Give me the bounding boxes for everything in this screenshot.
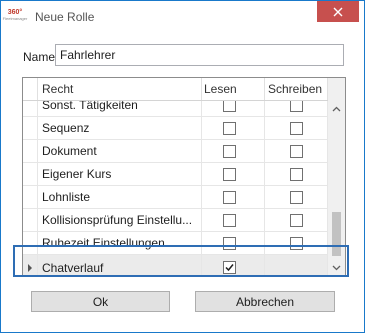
grid-body: Sonst. Tätigkeiten Sequenz Dokument Eige…	[23, 101, 328, 276]
lesen-checkbox[interactable]	[223, 237, 236, 250]
recht-cell: Sonst. Tätigkeiten	[38, 101, 202, 116]
ok-button[interactable]: Ok	[31, 291, 170, 312]
row-header[interactable]	[23, 209, 38, 231]
recht-cell: Dokument	[38, 140, 202, 162]
chevron-down-icon	[332, 265, 341, 270]
recht-cell: Ruhezeit Einstellungen	[38, 232, 202, 254]
lesen-checkbox[interactable]	[223, 214, 236, 227]
cancel-button[interactable]: Abbrechen	[195, 291, 335, 312]
recht-cell: Lohnliste	[38, 186, 202, 208]
name-label: Name	[23, 50, 56, 64]
schreiben-checkbox[interactable]	[290, 237, 303, 250]
row-header[interactable]	[23, 140, 38, 162]
schreiben-checkbox[interactable]	[290, 214, 303, 227]
schreiben-checkbox[interactable]	[290, 122, 303, 135]
table-row[interactable]: Sequenz	[23, 117, 328, 140]
app-logo-icon: 360° Fleetmanager	[3, 7, 28, 23]
schreiben-cell-empty	[265, 255, 328, 276]
row-header[interactable]	[23, 163, 38, 185]
table-row[interactable]: Ruhezeit Einstellungen	[23, 232, 328, 255]
lesen-checkbox[interactable]	[223, 168, 236, 181]
app-logo-text: 360°	[7, 9, 23, 16]
row-header-corner	[23, 78, 38, 100]
close-icon	[333, 7, 343, 16]
schreiben-checkbox[interactable]	[290, 145, 303, 158]
permissions-grid: Recht Lesen Schreiben Sonst. Tätigkeiten…	[22, 77, 346, 277]
table-row[interactable]: Kollisionsprüfung Einstellu...	[23, 209, 328, 232]
column-header-schreiben[interactable]: Schreiben	[265, 78, 328, 100]
scroll-down-button[interactable]	[328, 259, 345, 276]
recht-cell: Eigener Kurs	[38, 163, 202, 185]
schreiben-checkbox[interactable]	[290, 101, 303, 112]
scrollbar-thumb[interactable]	[332, 212, 341, 256]
lesen-checkbox[interactable]	[223, 122, 236, 135]
column-header-recht[interactable]: Recht	[38, 78, 202, 100]
row-header[interactable]	[23, 101, 38, 116]
row-header[interactable]	[23, 232, 38, 254]
table-row[interactable]: Sonst. Tätigkeiten	[23, 101, 328, 117]
app-logo-subtext: Fleetmanager	[2, 16, 28, 21]
chevron-up-icon	[332, 106, 341, 111]
table-row-selected[interactable]: Chatverlauf	[23, 255, 328, 276]
schreiben-checkbox[interactable]	[290, 191, 303, 204]
scroll-up-button[interactable]	[328, 100, 345, 117]
recht-cell: Sequenz	[38, 117, 202, 139]
title-bar: 360° Fleetmanager Neue Rolle	[1, 1, 364, 31]
name-input[interactable]	[55, 44, 344, 66]
lesen-checkbox[interactable]	[223, 101, 236, 112]
window-title: Neue Rolle	[35, 10, 95, 24]
current-row-arrow-icon	[28, 264, 32, 272]
close-button[interactable]	[317, 1, 359, 22]
lesen-checkbox[interactable]	[223, 261, 236, 274]
row-header[interactable]	[23, 255, 38, 276]
table-row[interactable]: Lohnliste	[23, 186, 328, 209]
table-row[interactable]: Dokument	[23, 140, 328, 163]
vertical-scrollbar[interactable]	[328, 78, 345, 276]
schreiben-checkbox[interactable]	[290, 168, 303, 181]
recht-cell: Kollisionsprüfung Einstellu...	[38, 209, 202, 231]
recht-cell: Chatverlauf	[38, 255, 202, 276]
column-header-lesen[interactable]: Lesen	[202, 78, 265, 100]
checkmark-icon	[225, 264, 234, 272]
dialog-window: 360° Fleetmanager Neue Rolle Name Recht …	[0, 0, 365, 333]
table-row[interactable]: Eigener Kurs	[23, 163, 328, 186]
lesen-checkbox[interactable]	[223, 145, 236, 158]
row-header[interactable]	[23, 117, 38, 139]
lesen-checkbox[interactable]	[223, 191, 236, 204]
row-header[interactable]	[23, 186, 38, 208]
grid-rows: Sonst. Tätigkeiten Sequenz Dokument Eige…	[23, 101, 328, 276]
grid-header: Recht Lesen Schreiben	[23, 78, 328, 101]
